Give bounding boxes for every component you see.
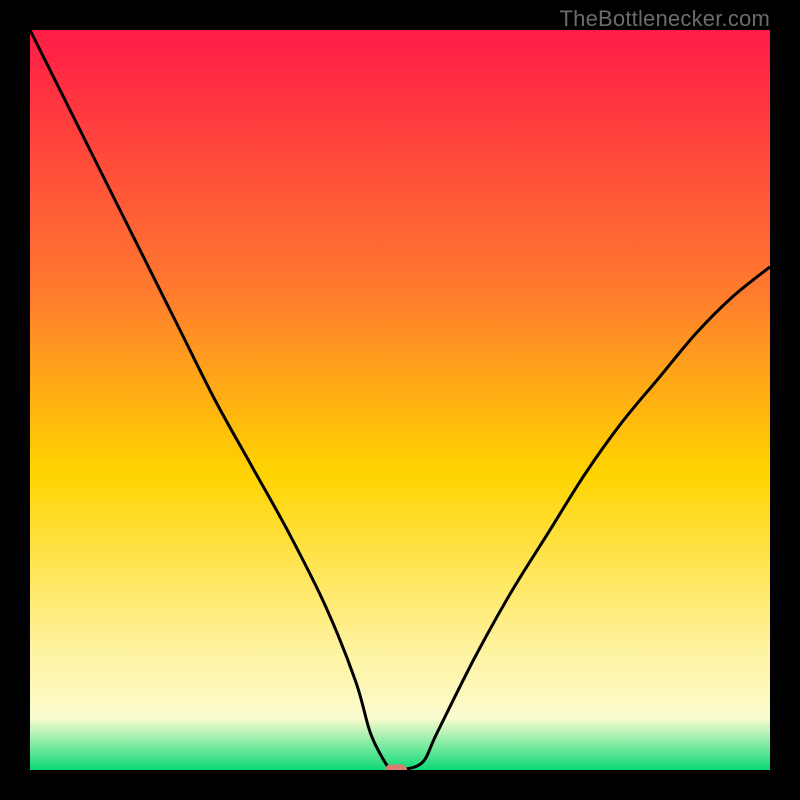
chart-frame: TheBottlenecker.com (0, 0, 800, 800)
minimum-marker (385, 765, 407, 771)
bottleneck-curve (30, 30, 770, 770)
source-watermark: TheBottlenecker.com (560, 6, 770, 32)
plot-area (30, 30, 770, 770)
